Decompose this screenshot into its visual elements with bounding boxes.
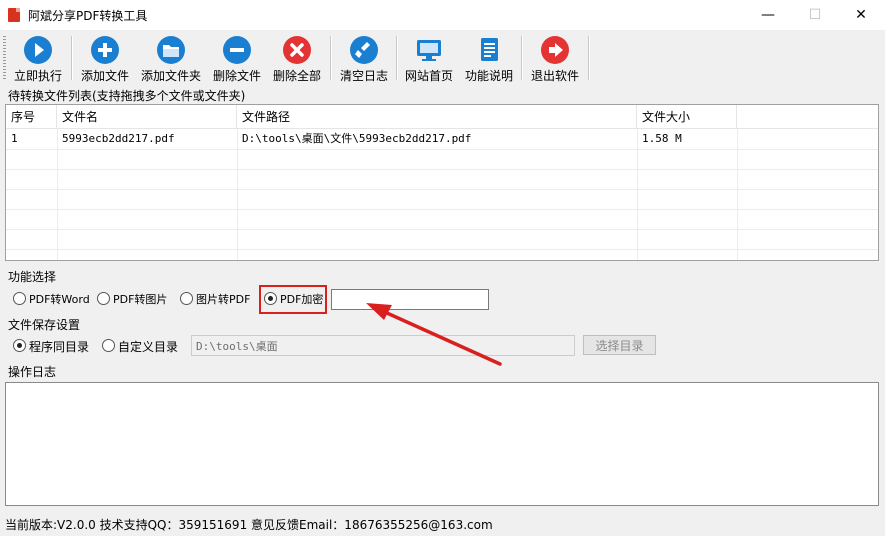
choose-directory-button[interactable]: 选择目录	[583, 335, 656, 355]
log-textarea[interactable]	[5, 382, 879, 506]
website-home-button[interactable]: 网站首页	[401, 30, 457, 84]
column-header-filesize[interactable]: 文件大小	[637, 105, 737, 129]
grid-line	[6, 249, 878, 250]
save-path-field[interactable]	[191, 335, 575, 356]
function-section-label: 功能选择	[8, 270, 57, 284]
add-file-button[interactable]: 添加文件	[77, 30, 133, 84]
save-options: 程序同目录 自定义目录	[0, 338, 185, 356]
toolbar-separator	[588, 36, 590, 80]
file-list-section-label: 待转换文件列表(支持拖拽多个文件或文件夹)	[8, 89, 246, 103]
log-section-label: 操作日志	[8, 365, 57, 379]
plus-icon	[91, 36, 119, 64]
play-icon	[24, 36, 52, 64]
window-title: 阿斌分享PDF转换工具	[28, 9, 148, 23]
title-bar: 阿斌分享PDF转换工具 — ☐ ✕	[0, 0, 885, 30]
radio-label: PDF转图片	[113, 293, 168, 306]
toolbar-separator	[330, 36, 332, 80]
clear-log-label: 清空日志	[339, 69, 388, 83]
column-header-filler	[737, 105, 878, 129]
grid-line	[6, 149, 878, 150]
grid-line	[6, 169, 878, 170]
grid-line	[6, 189, 878, 190]
website-home-label: 网站首页	[404, 69, 453, 83]
close-button[interactable]: ✕	[838, 0, 884, 30]
cell-filename: 5993ecb2dd217.pdf	[62, 132, 175, 145]
radio-label: 图片转PDF	[196, 293, 251, 306]
delete-all-button[interactable]: 删除全部	[269, 30, 325, 84]
radio-circle	[13, 292, 26, 305]
broom-icon	[350, 36, 378, 64]
minimize-button[interactable]: —	[745, 0, 791, 30]
monitor-icon	[417, 40, 441, 61]
column-header-index[interactable]: 序号	[6, 105, 57, 129]
cell-filepath: D:\tools\桌面\文件\5993ecb2dd217.pdf	[242, 132, 472, 145]
file-list-table[interactable]: 序号 文件名 文件路径 文件大小 1 5993ecb2dd217.pdf D:\…	[5, 104, 879, 261]
grid-line	[6, 229, 878, 230]
delete-all-label: 删除全部	[272, 69, 321, 83]
run-now-label: 立即执行	[13, 69, 62, 83]
password-input[interactable]	[331, 289, 489, 310]
cell-filesize: 1.58 M	[642, 132, 682, 145]
delete-file-label: 删除文件	[212, 69, 261, 83]
column-header-filepath[interactable]: 文件路径	[237, 105, 637, 129]
toolbar-separator	[71, 36, 73, 80]
delete-file-button[interactable]: 删除文件	[209, 30, 265, 84]
add-folder-button[interactable]: 添加文件夹	[139, 30, 203, 84]
toolbar-separator	[521, 36, 523, 80]
add-file-label: 添加文件	[80, 69, 129, 83]
exit-app-label: 退出软件	[530, 69, 579, 83]
app-pdf-icon	[8, 8, 20, 22]
toolbar-grip	[3, 36, 6, 80]
radio-circle	[97, 292, 110, 305]
feature-help-button[interactable]: 功能说明	[461, 30, 517, 84]
run-now-button[interactable]: 立即执行	[10, 30, 66, 84]
radio-label: 程序同目录	[29, 340, 90, 354]
radio-circle	[102, 339, 115, 352]
x-icon	[283, 36, 311, 64]
minus-icon	[223, 36, 251, 64]
column-header-filename[interactable]: 文件名	[57, 105, 237, 129]
toolbar-separator	[396, 36, 398, 80]
exit-icon	[541, 36, 569, 64]
add-folder-label: 添加文件夹	[140, 69, 201, 83]
radio-circle-selected	[13, 339, 26, 352]
folder-icon	[157, 36, 185, 64]
radio-label: 自定义目录	[118, 340, 179, 354]
clear-log-button[interactable]: 清空日志	[336, 30, 392, 84]
maximize-button[interactable]: ☐	[792, 0, 838, 30]
annotation-highlight-box	[259, 285, 327, 314]
status-bar-text: 当前版本:V2.0.0 技术支持QQ：359151691 意见反馈Email：1…	[5, 518, 493, 532]
save-settings-section-label: 文件保存设置	[8, 318, 81, 332]
document-icon	[481, 38, 498, 61]
toolbar: 立即执行 添加文件 添加文件夹 删除文件 删除全部 清空日志 网站首页 功能说明…	[0, 30, 885, 84]
radio-label: PDF转Word	[29, 293, 90, 306]
radio-circle	[180, 292, 193, 305]
feature-help-label: 功能说明	[464, 69, 513, 83]
exit-app-button[interactable]: 退出软件	[527, 30, 583, 84]
grid-line	[6, 209, 878, 210]
cell-index: 1	[11, 132, 18, 145]
